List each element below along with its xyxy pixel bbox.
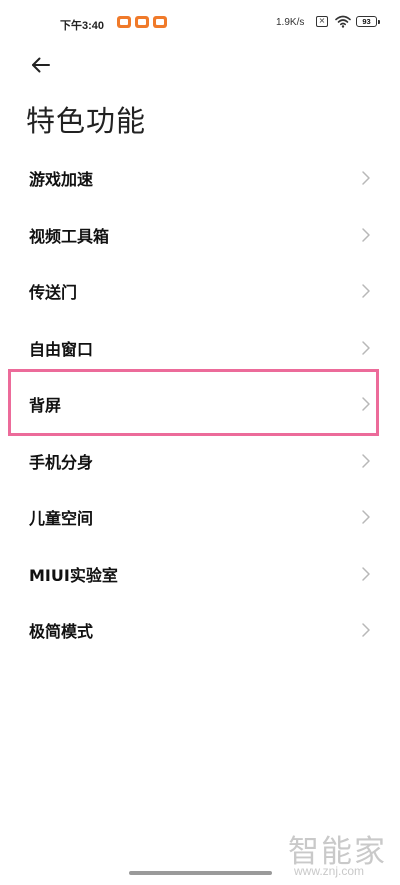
chevron-right-icon (362, 341, 370, 355)
sim-icon: × (316, 16, 328, 27)
chevron-right-icon (362, 510, 370, 524)
menu-item-label: 手机分身 (29, 452, 94, 472)
status-time: 下午3:40 (60, 20, 105, 32)
page-title: 特色功能 (26, 104, 147, 138)
menu-item-game-acceleration[interactable]: 游戏加速 (0, 150, 400, 207)
menu-item-label: 视频工具箱 (29, 226, 110, 246)
menu-item-label: MIUI实验室 (29, 565, 118, 585)
watermark: 智能家 www.znj.com (288, 826, 392, 884)
network-speed: 1.9K/s (276, 17, 305, 28)
menu-item-minimal-mode[interactable]: 极简模式 (0, 602, 400, 659)
chevron-right-icon (362, 397, 370, 411)
menu-item-video-toolbox[interactable]: 视频工具箱 (0, 207, 400, 264)
watermark-url: www.znj.com (294, 864, 365, 878)
notification-icon (135, 16, 149, 28)
chevron-right-icon (362, 454, 370, 468)
chevron-right-icon (362, 623, 370, 637)
menu-item-label: 自由窗口 (29, 339, 94, 359)
menu-item-second-space[interactable]: 手机分身 (0, 433, 400, 490)
status-bar: 下午3:40 1.9K/s × 93 (0, 0, 400, 48)
notification-icon (153, 16, 167, 28)
chevron-right-icon (362, 567, 370, 581)
menu-item-free-window[interactable]: 自由窗口 (0, 320, 400, 377)
menu-item-label: 传送门 (29, 283, 78, 303)
menu-item-miui-lab[interactable]: MIUI实验室 (0, 546, 400, 603)
chevron-right-icon (362, 171, 370, 185)
menu-item-label: 极简模式 (29, 622, 94, 642)
menu-item-rear-screen[interactable]: 背屏 (0, 376, 400, 433)
menu-item-label: 背屏 (29, 396, 62, 416)
feature-menu-list: 游戏加速 视频工具箱 传送门 自由窗口 背屏 手机分身 儿童空间 MIUI实验室… (0, 150, 400, 659)
chevron-right-icon (362, 284, 370, 298)
menu-item-label: 儿童空间 (29, 509, 94, 529)
menu-item-kids-space[interactable]: 儿童空间 (0, 489, 400, 546)
chevron-right-icon (362, 228, 370, 242)
battery-icon: 93 (356, 16, 380, 27)
wifi-icon (335, 15, 351, 28)
arrow-left-icon (32, 57, 50, 73)
home-indicator[interactable] (129, 871, 272, 875)
menu-item-label: 游戏加速 (29, 170, 94, 190)
notification-icon (117, 16, 131, 28)
menu-item-portal[interactable]: 传送门 (0, 263, 400, 320)
back-button[interactable] (26, 52, 56, 78)
